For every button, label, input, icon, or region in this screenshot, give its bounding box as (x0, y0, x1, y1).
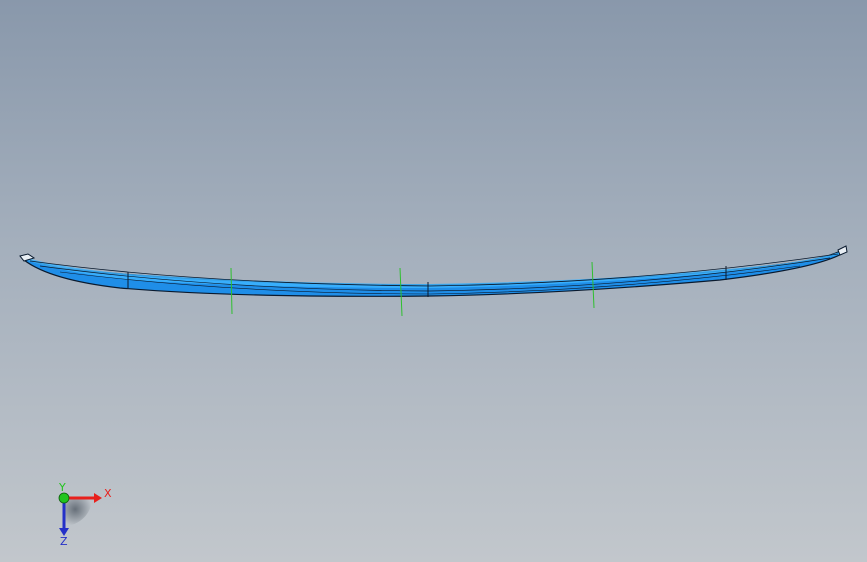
y-axis-label: Y (58, 482, 66, 494)
x-arrow-head-icon (94, 493, 102, 503)
z-axis-label: Z (60, 535, 68, 546)
right-eye-tip (837, 245, 848, 256)
leaf-spring-model[interactable] (0, 0, 867, 562)
y-axis-icon (58, 492, 70, 504)
reference-triad: X Y Z (58, 482, 112, 546)
reference-line-1[interactable] (230, 267, 233, 315)
x-axis-label: X (104, 487, 112, 500)
triad-shadow (64, 498, 92, 526)
graphics-viewport[interactable]: X Y Z (0, 0, 867, 562)
